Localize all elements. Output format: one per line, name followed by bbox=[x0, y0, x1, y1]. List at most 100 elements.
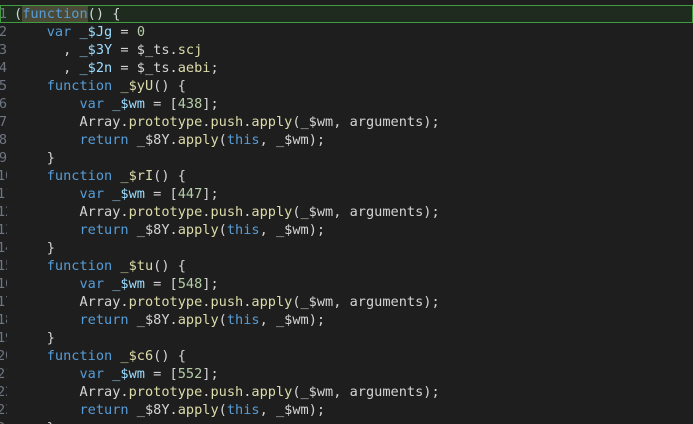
line-number: 3 bbox=[0, 42, 7, 58]
code-token: ]; bbox=[202, 96, 219, 112]
code-token: ( bbox=[218, 222, 227, 238]
code-line[interactable]: 15 function _$tu() { bbox=[0, 257, 693, 275]
code-line[interactable]: 11 var _$wm = [447]; bbox=[0, 185, 693, 203]
code-text: return _$8Y.apply(this, _$wm); bbox=[14, 311, 325, 329]
code-token: prototype bbox=[128, 204, 203, 220]
code-text: } bbox=[14, 239, 55, 257]
code-line[interactable]: 10 function _$rI() { bbox=[0, 167, 693, 185]
code-line[interactable]: 7 Array.prototype.push.apply(_$wm, argum… bbox=[0, 113, 693, 131]
code-token: Array bbox=[79, 204, 121, 220]
code-token: this bbox=[226, 132, 260, 148]
code-text: function _$c6() { bbox=[14, 347, 186, 365]
code-line[interactable]: 4 , _$2n = $_ts.aebi; bbox=[0, 59, 693, 77]
code-line[interactable]: 6 var _$wm = [438]; bbox=[0, 95, 693, 113]
code-token: = [ bbox=[144, 96, 178, 112]
code-editor[interactable]: 1 (function() {2 var _$Jg = 03 , _$3Y = $… bbox=[0, 0, 693, 424]
code-token: ); bbox=[423, 384, 440, 400]
code-token: apply bbox=[251, 384, 293, 400]
code-token: . bbox=[169, 312, 178, 328]
code-token: return bbox=[79, 312, 129, 328]
code-line[interactable]: 12 Array.prototype.push.apply(_$wm, argu… bbox=[0, 203, 693, 221]
line-number: 21 bbox=[0, 366, 7, 382]
code-token: ); bbox=[423, 204, 440, 220]
code-token: ); bbox=[308, 402, 326, 418]
code-text: var _$wm = [447]; bbox=[14, 185, 218, 203]
code-token: _$wm bbox=[275, 402, 309, 418]
code-line[interactable]: 23 return _$8Y.apply(this, _$wm); bbox=[0, 401, 693, 419]
code-text: function _$tu() { bbox=[14, 257, 186, 275]
code-token: . bbox=[169, 132, 178, 148]
code-token: this bbox=[226, 312, 260, 328]
code-line[interactable]: 20 function _$c6() { bbox=[0, 347, 693, 365]
code-line[interactable]: 2 var _$Jg = 0 bbox=[0, 23, 693, 41]
code-token: ); bbox=[308, 222, 326, 238]
code-line[interactable]: 16 var _$wm = [548]; bbox=[0, 275, 693, 293]
code-token: ]; bbox=[202, 366, 219, 382]
code-token: arguments bbox=[349, 384, 424, 400]
code-token: () { bbox=[153, 168, 186, 184]
line-number: 24 bbox=[0, 419, 7, 424]
code-text: return _$8Y.apply(this, _$wm); bbox=[14, 131, 325, 149]
code-line[interactable]: 24 } bbox=[0, 419, 693, 424]
code-text: Array.prototype.push.apply(_$wm, argumen… bbox=[14, 293, 439, 311]
code-token: ); bbox=[423, 114, 440, 130]
code-line[interactable]: 3 , _$3Y = $_ts.scj bbox=[0, 41, 693, 59]
code-token: _$wm bbox=[112, 96, 145, 112]
code-line[interactable]: 9 } bbox=[0, 149, 693, 167]
code-token: _$wm bbox=[300, 294, 334, 310]
code-token: apply bbox=[251, 294, 293, 310]
code-token: , bbox=[259, 312, 276, 328]
code-line[interactable]: 8 return _$8Y.apply(this, _$wm); bbox=[0, 131, 693, 149]
code-token: _$yU bbox=[120, 78, 154, 94]
code-line[interactable]: 22 Array.prototype.push.apply(_$wm, argu… bbox=[0, 383, 693, 401]
code-token: $_ts bbox=[136, 60, 170, 76]
code-area[interactable]: 1 (function() {2 var _$Jg = 03 , _$3Y = $… bbox=[0, 5, 693, 424]
code-token: _$8Y bbox=[136, 402, 170, 418]
code-line[interactable]: 17 Array.prototype.push.apply(_$wm, argu… bbox=[0, 293, 693, 311]
code-line[interactable]: 5 function _$yU() { bbox=[0, 77, 693, 95]
code-token: arguments bbox=[349, 114, 424, 130]
code-token: prototype bbox=[128, 294, 203, 310]
code-line[interactable]: 13 return _$8Y.apply(this, _$wm); bbox=[0, 221, 693, 239]
code-text: , _$3Y = $_ts.scj bbox=[14, 41, 202, 59]
line-number: 1 bbox=[0, 6, 7, 22]
code-token: _$rI bbox=[120, 168, 154, 184]
code-token: arguments bbox=[349, 294, 424, 310]
code-text: (function() { bbox=[14, 5, 120, 23]
code-token: apply bbox=[177, 222, 219, 238]
code-token: _$8Y bbox=[136, 132, 170, 148]
code-token: return bbox=[79, 132, 129, 148]
code-line[interactable]: 19 } bbox=[0, 329, 693, 347]
code-token: function bbox=[46, 78, 113, 94]
code-token: = bbox=[112, 60, 137, 76]
code-line[interactable]: 14 } bbox=[0, 239, 693, 257]
line-number: 2 bbox=[0, 24, 7, 40]
line-number: 17 bbox=[0, 294, 7, 310]
code-token: _$wm bbox=[300, 204, 334, 220]
code-token: prototype bbox=[128, 114, 203, 130]
code-token: . bbox=[169, 402, 178, 418]
line-number: 5 bbox=[0, 78, 7, 94]
code-text: var _$wm = [548]; bbox=[14, 275, 218, 293]
code-line-current[interactable]: 1 (function() { bbox=[0, 5, 693, 23]
code-token: 552 bbox=[177, 366, 203, 382]
code-line[interactable]: 21 var _$wm = [552]; bbox=[0, 365, 693, 383]
line-number: 20 bbox=[0, 348, 7, 364]
code-token: = [ bbox=[144, 276, 178, 292]
code-text: return _$8Y.apply(this, _$wm); bbox=[14, 401, 325, 419]
code-line[interactable]: 18 return _$8Y.apply(this, _$wm); bbox=[0, 311, 693, 329]
